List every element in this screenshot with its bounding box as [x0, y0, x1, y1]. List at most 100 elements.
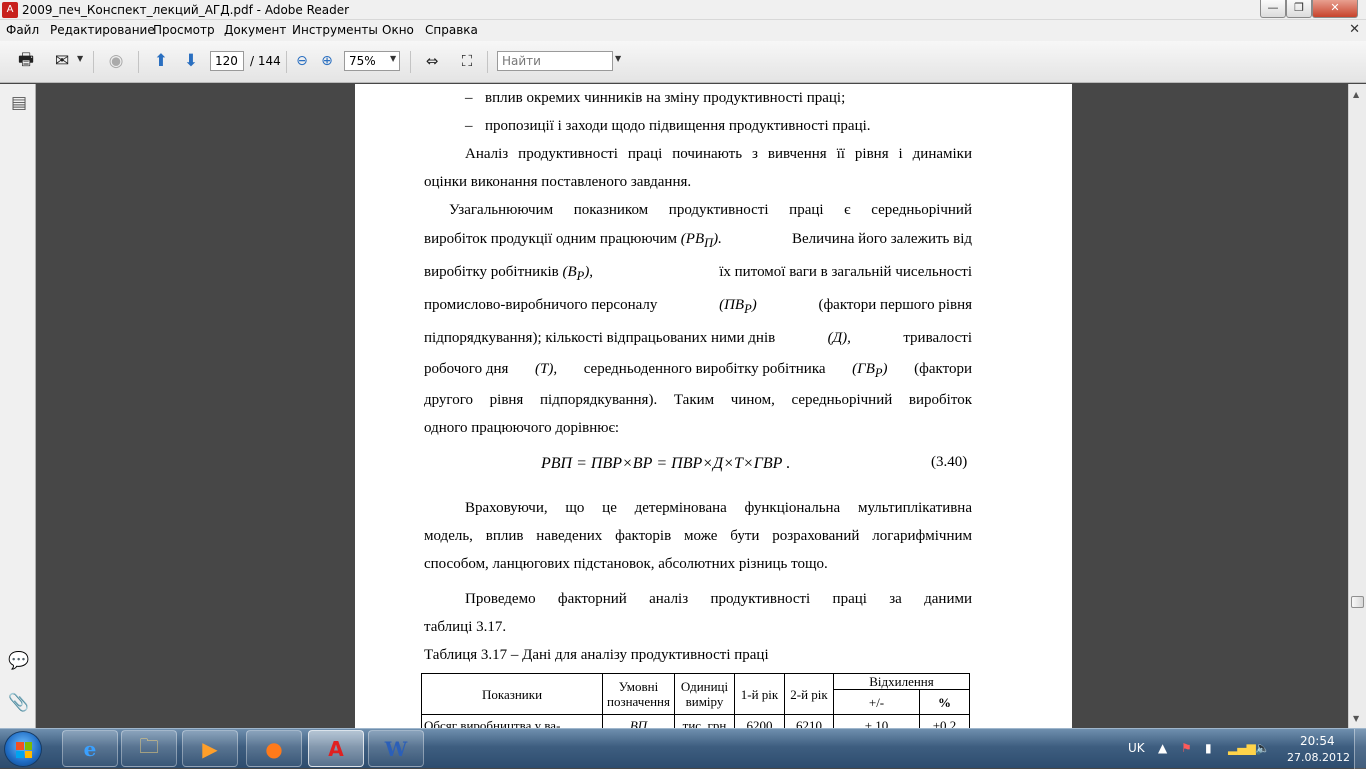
separator — [93, 51, 94, 73]
close-document-icon[interactable]: ✕ — [1349, 22, 1360, 37]
text-run: виробіток продукції одним працюючим (РВП… — [424, 231, 722, 251]
search-input[interactable]: Найти — [497, 51, 613, 71]
adobe-reader-taskbar-icon[interactable]: A — [308, 730, 364, 767]
text-fragment: промислово-виробничого персоналу — [424, 297, 658, 313]
separator — [286, 51, 287, 73]
formula: РВП = ПВР×ВР = ПВР×Д×Т×ГВР . — [541, 455, 791, 472]
navigation-pane: ▤ 💬 📎 — [0, 84, 36, 728]
menu-tools[interactable]: Инструменты — [292, 23, 378, 37]
firefox-icon[interactable]: ● — [246, 730, 302, 767]
menu-edit[interactable]: Редактирование — [50, 23, 155, 37]
zoom-in-icon[interactable]: ⊕ — [315, 49, 339, 73]
battery-icon[interactable]: ▮ — [1205, 741, 1212, 755]
bullet-item: вплив окремих чинників на зміну продукти… — [485, 90, 846, 106]
text-fragment: тривалості — [903, 330, 972, 346]
paragraph-line: оцінки виконання поставленого завдання. — [424, 174, 692, 190]
paragraph-line: другого рівня підпорядкування). Таким чи… — [424, 392, 972, 408]
table-cell: 6210 — [784, 714, 834, 728]
next-page-icon[interactable]: ⬇ — [179, 49, 203, 73]
attachments-icon[interactable]: 📎 — [8, 692, 30, 714]
symbol-vr: (ВР), — [563, 264, 594, 283]
paragraph-line: Враховуючи, що це детермінована функціон… — [465, 500, 972, 516]
bullet-item: пропозиції і заходи щодо підвищення прод… — [485, 118, 871, 134]
vertical-scrollbar[interactable]: ▲ ▼ — [1348, 84, 1366, 728]
table-row: Обсяг виробництва у ва- ВП тис. грн 6200… — [421, 714, 970, 728]
window-title: 2009_печ_Конспект_лекций_АГД.pdf - Adobe… — [22, 3, 350, 17]
pdf-page: – вплив окремих чинників на зміну продук… — [355, 84, 1072, 728]
pages-icon[interactable]: ▤ — [8, 92, 30, 114]
text-fragment: Величина його залежить від — [791, 231, 972, 247]
show-desktop-button[interactable] — [1354, 729, 1366, 769]
adobe-reader-icon: A — [2, 2, 18, 18]
symbol-text: ). — [713, 231, 722, 247]
network-icon[interactable]: ▂▄▆ — [1228, 741, 1256, 755]
close-button[interactable]: ✕ — [1312, 0, 1358, 18]
symbol-text: (ГВ — [852, 361, 875, 377]
symbol-subscript: Р — [874, 366, 883, 380]
media-player-icon[interactable]: ▶ — [182, 730, 238, 767]
table-header-cell: Показники — [421, 673, 603, 715]
scroll-down-icon[interactable]: ▼ — [1353, 714, 1359, 723]
internet-explorer-icon[interactable]: e — [62, 730, 118, 767]
table-cell: ВП — [602, 714, 675, 728]
word-icon[interactable]: W — [368, 730, 424, 767]
clock-date[interactable]: 27.08.2012 — [1287, 751, 1350, 764]
table-cell: +0,2 — [919, 714, 970, 728]
zoom-out-icon[interactable]: ⊖ — [290, 49, 314, 73]
separator — [487, 51, 488, 73]
symbol-gvr: (ГВР) — [852, 361, 887, 381]
table-cell: Обсяг виробництва у ва- — [421, 714, 603, 728]
start-button[interactable] — [4, 731, 42, 767]
action-center-icon[interactable]: ⚑ — [1181, 741, 1192, 755]
text-fragment: виробіток продукції одним працюючим — [424, 231, 678, 247]
symbol-d: (Д), — [827, 330, 851, 346]
symbol-text: ) — [882, 361, 888, 377]
paragraph-line: модель, вплив наведених факторів може бу… — [424, 528, 972, 544]
language-indicator[interactable]: UK — [1128, 741, 1145, 755]
menu-help[interactable]: Справка — [425, 23, 478, 37]
menu-view[interactable]: Просмотр — [153, 23, 215, 37]
scrollbar-thumb[interactable] — [1351, 596, 1364, 608]
formula-number: (3.40) — [931, 454, 968, 470]
volume-icon[interactable]: 🔈 — [1255, 741, 1270, 755]
fit-width-icon[interactable]: ⇔ — [420, 49, 444, 73]
page-total: / 144 — [250, 54, 281, 68]
scroll-up-icon[interactable]: ▲ — [1353, 90, 1359, 99]
text-fragment: виробітку робітників — [424, 264, 559, 280]
clock-time[interactable]: 20:54 — [1300, 734, 1335, 748]
previous-page-icon[interactable]: ⬆ — [149, 49, 173, 73]
chevron-down-icon[interactable]: ▼ — [77, 54, 83, 63]
separator — [410, 51, 411, 73]
table-header-cell: 1-й рік — [734, 673, 785, 715]
paragraph-line: Аналіз продуктивності праці починають з … — [465, 146, 972, 162]
page-number-input[interactable]: 120 — [210, 51, 244, 71]
symbol-text: ) — [751, 297, 757, 313]
menu-bar: Файл Редактирование Просмотр Документ Ин… — [0, 20, 1366, 41]
chevron-down-icon[interactable]: ▼ — [390, 54, 396, 63]
title-bar: A 2009_печ_Конспект_лекций_АГД.pdf - Ado… — [0, 0, 1366, 20]
menu-window[interactable]: Окно — [382, 23, 414, 37]
table-header-cell: +/- — [833, 689, 920, 715]
paragraph-line: промислово-виробничого персоналу (ПВР) (… — [424, 297, 972, 317]
bullet-dash: – — [465, 118, 473, 134]
explorer-folder-icon[interactable]: 🗀 — [121, 730, 177, 767]
print-icon[interactable]: 🖶 — [14, 49, 38, 73]
table-cell: 6200 — [734, 714, 785, 728]
chevron-down-icon[interactable]: ▼ — [615, 54, 621, 63]
table-cell: + 10 — [833, 714, 920, 728]
comments-icon[interactable]: 💬 — [8, 650, 30, 672]
paragraph-line: робочого дня (Т), середньоденного виробі… — [424, 361, 972, 381]
text-run: виробітку робітників (ВР), — [424, 264, 593, 284]
taskbar: e 🗀 ▶ ● A W UK ▲ ⚑ ▮ ▂▄▆ 🔈 20:54 27.08.2… — [0, 728, 1366, 769]
minimize-button[interactable]: — — [1260, 0, 1286, 18]
show-hidden-icons-icon[interactable]: ▲ — [1158, 741, 1167, 755]
menu-file[interactable]: Файл — [6, 23, 39, 37]
share-icon[interactable]: ✉ — [50, 49, 74, 73]
fit-page-icon[interactable]: ⛶ — [455, 49, 479, 73]
table-header-cell: 2-й рік — [784, 673, 834, 715]
document-viewer[interactable]: – вплив окремих чинників на зміну продук… — [37, 84, 1348, 728]
menu-document[interactable]: Документ — [224, 23, 286, 37]
paragraph-line: Проведемо факторний аналіз продуктивност… — [465, 591, 972, 607]
maximize-button[interactable]: ❐ — [1286, 0, 1312, 18]
symbol-rvp: (РВП). — [681, 231, 722, 250]
